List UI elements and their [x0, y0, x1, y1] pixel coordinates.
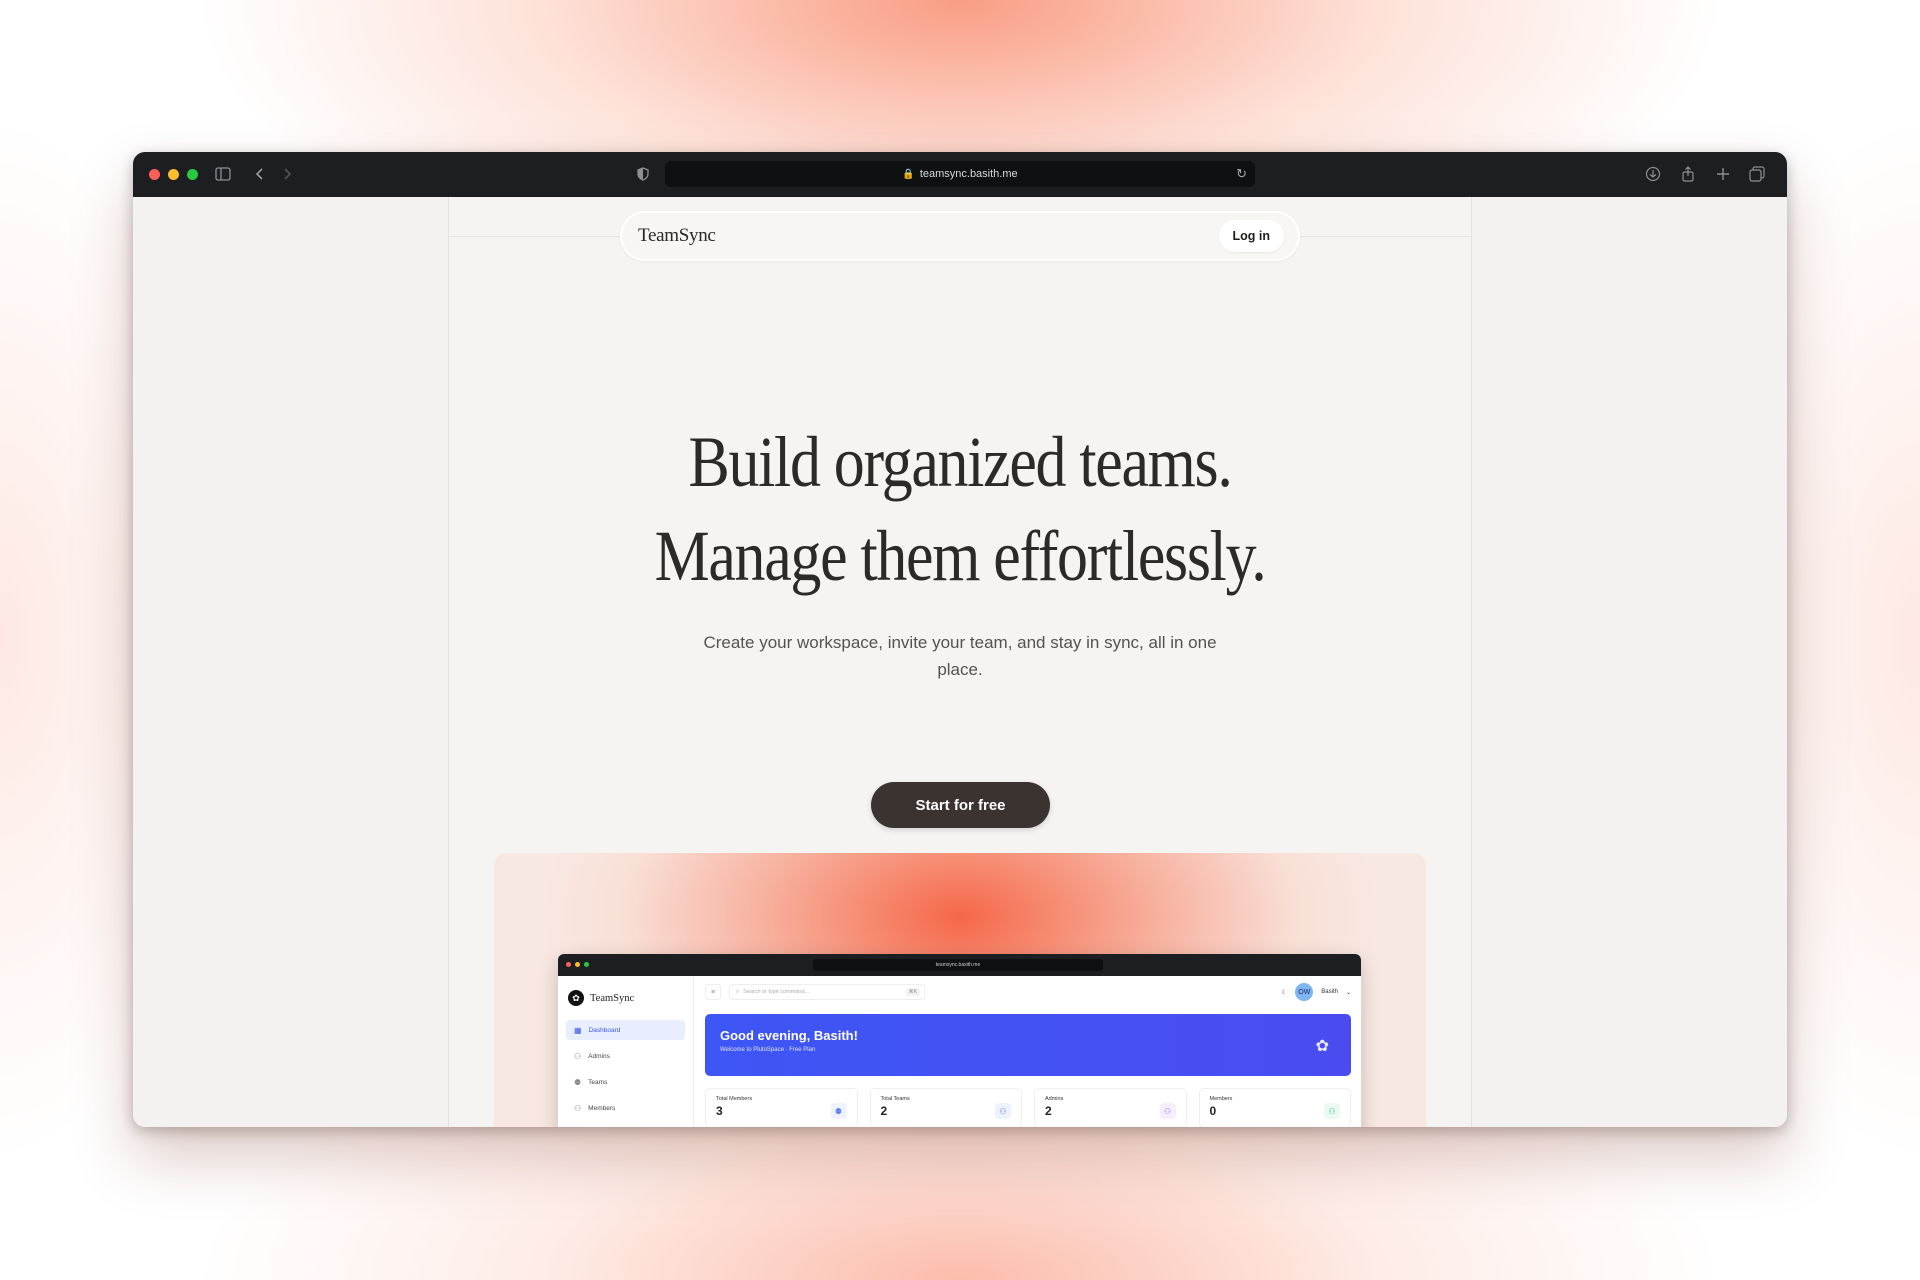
downloads-icon[interactable] — [1643, 164, 1663, 184]
preview-welcome-banner: Good evening, Basith! Welcome to PlutoSp… — [705, 1014, 1351, 1076]
preview-screenshot: teamsync.basith.me ✿ TeamSync ▦ Dashboar… — [558, 954, 1361, 1127]
login-button[interactable]: Log in — [1218, 220, 1284, 252]
hero-title: Build organized teams. Manage them effor… — [520, 415, 1401, 603]
preview-stat-card: Total Members 3 ⚉ — [705, 1088, 858, 1127]
preview-stat-card: Admins 2 ⚇ — [1034, 1088, 1187, 1127]
back-icon[interactable] — [250, 164, 270, 184]
preview-avatar: OW — [1295, 983, 1314, 1001]
preview-nav-label: Admins — [588, 1052, 610, 1060]
user-gear-icon: ⚇ — [574, 1051, 582, 1061]
page-viewport: TeamSync Log in Build organized teams. M… — [133, 197, 1787, 1127]
preview-stat-label: Admins — [1045, 1096, 1064, 1102]
preview-window-controls — [566, 962, 589, 967]
preview-stat-value: 3 — [716, 1104, 723, 1118]
new-tab-icon[interactable] — [1713, 164, 1733, 184]
preview-stat-label: Members — [1209, 1096, 1233, 1102]
preview-nav-label: Teams — [588, 1078, 608, 1086]
preview-search-shortcut: ⌘K — [905, 988, 920, 996]
preview-address-bar: teamsync.basith.me — [813, 959, 1103, 971]
tab-overview-icon[interactable] — [1747, 164, 1767, 184]
preview-stat-label: Total Members — [716, 1096, 753, 1102]
preview-banner-subtitle: Welcome to PlutoSpace · Free Plan — [720, 1047, 816, 1053]
preview-user-area: ☾ OW Basith ⌄ — [1282, 983, 1351, 1001]
preview-user-name: Basith — [1321, 989, 1338, 995]
preview-search-icon: ⌕ — [736, 988, 740, 995]
browser-window: 🔒 teamsync.basith.me ↻ TeamSync Log in B… — [133, 152, 1787, 1127]
preview-nav-label: Members — [588, 1104, 616, 1112]
preview-main: ≡ ⌕ Search or type command... ⌘K ☾ OW Ba… — [695, 976, 1361, 1127]
preview-menu-icon: ≡ — [705, 984, 721, 1000]
preview-stat-value: 2 — [880, 1104, 888, 1118]
preview-logo-icon: ✿ — [568, 990, 584, 1006]
share-icon[interactable] — [1678, 164, 1698, 184]
preview-stat-value: 2 — [1045, 1104, 1052, 1118]
product-preview: teamsync.basith.me ✿ TeamSync ▦ Dashboar… — [494, 853, 1426, 1127]
brand-logo[interactable]: TeamSync — [638, 225, 716, 247]
team-icon: ⚇ — [995, 1103, 1011, 1119]
users-icon: ⚉ — [830, 1103, 847, 1119]
reload-icon[interactable]: ↻ — [1236, 166, 1247, 182]
members-icon: ⚇ — [574, 1103, 582, 1113]
preview-nav-dashboard: ▦ Dashboard — [566, 1020, 685, 1040]
preview-brand: TeamSync — [590, 992, 635, 1004]
start-for-free-button[interactable]: Start for free — [871, 782, 1050, 828]
hero-title-line-1: Build organized teams. — [688, 422, 1232, 502]
preview-logo: ✿ TeamSync — [568, 990, 685, 1006]
preview-stat-card: Members 0 ⚇ — [1198, 1088, 1351, 1127]
lock-icon: 🔒 — [902, 168, 915, 180]
preview-stat-value: 0 — [1209, 1104, 1217, 1118]
forward-icon[interactable] — [277, 164, 297, 184]
browser-toolbar: 🔒 teamsync.basith.me ↻ — [133, 152, 1787, 197]
preview-nav-label: Dashboard — [588, 1026, 621, 1034]
close-window-button[interactable] — [149, 169, 160, 180]
preview-chevron-down-icon: ⌄ — [1345, 989, 1351, 996]
privacy-shield-icon[interactable] — [633, 164, 653, 184]
grid-icon: ▦ — [574, 1025, 582, 1035]
window-controls — [149, 169, 198, 180]
zoom-window-button[interactable] — [187, 169, 198, 180]
preview-stat-cards: Total Members 3 ⚉ Total Teams 2 ⚇ Admins… — [705, 1088, 1351, 1127]
member-icon: ⚇ — [1324, 1103, 1340, 1119]
preview-nav-teams: ⚉ Teams — [566, 1072, 685, 1092]
preview-sidebar: ✿ TeamSync ▦ Dashboard ⚇ Admins ⚉ Teams — [558, 976, 694, 1127]
url-text: teamsync.basith.me — [919, 168, 1018, 180]
minimize-window-button[interactable] — [168, 169, 179, 180]
address-bar[interactable]: 🔒 teamsync.basith.me ↻ — [665, 161, 1255, 187]
preview-search: ⌕ Search or type command... ⌘K — [729, 984, 925, 1000]
admin-icon: ⚇ — [1159, 1103, 1176, 1119]
preview-nav-members: ⚇ Members — [566, 1098, 685, 1118]
preview-topbar: ≡ ⌕ Search or type command... ⌘K ☾ OW Ba… — [705, 983, 1351, 1001]
preview-banner-logo-icon: ✿ — [1315, 1038, 1329, 1055]
preview-browser-bar: teamsync.basith.me — [558, 954, 1361, 976]
site-navbar: TeamSync Log in — [620, 211, 1300, 261]
preview-stat-label: Total Teams — [880, 1096, 910, 1102]
sidebar-toggle-icon[interactable] — [213, 164, 233, 184]
users-icon: ⚉ — [574, 1077, 582, 1087]
preview-banner-title: Good evening, Basith! — [720, 1028, 858, 1043]
preview-nav-admins: ⚇ Admins — [566, 1046, 685, 1066]
preview-moon-icon: ☾ — [1281, 989, 1288, 996]
preview-stat-card: Total Teams 2 ⚇ — [869, 1088, 1022, 1127]
hero-subtitle: Create your workspace, invite your team,… — [703, 633, 1217, 679]
hero-title-line-2: Manage them effortlessly. — [654, 516, 1267, 596]
preview-search-placeholder: Search or type command... — [743, 989, 810, 995]
